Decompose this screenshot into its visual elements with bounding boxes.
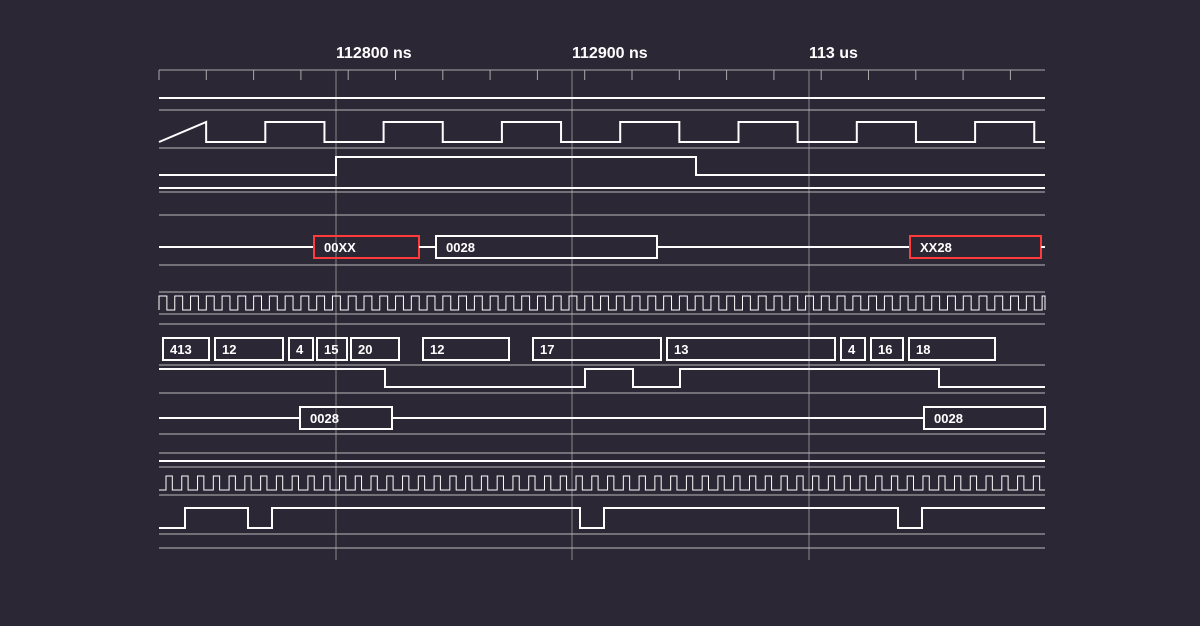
- data-value-label: 12: [430, 342, 444, 357]
- data-value-label: 16: [878, 342, 892, 357]
- fast-clock-signal: [159, 296, 1045, 310]
- data-value-label: 18: [916, 342, 930, 357]
- data-value-label: 15: [324, 342, 338, 357]
- time-label: 113 us: [809, 45, 858, 62]
- step-signal: [159, 508, 1045, 528]
- data-value-label: 17: [540, 342, 554, 357]
- data-value-label: 12: [222, 342, 236, 357]
- time-label: 112800 ns: [336, 45, 412, 62]
- bus-value-label: 0028: [446, 240, 475, 255]
- pulse-signal: [159, 157, 1045, 175]
- data-value-label: 4: [296, 342, 304, 357]
- data-value-label: 13: [674, 342, 688, 357]
- data-value-label: 413: [170, 342, 192, 357]
- bus-value-label: 00XX: [324, 240, 356, 255]
- waveform-viewer: 112800 ns112900 ns113 us00XX0028XX284131…: [0, 0, 1200, 626]
- time-label: 112900 ns: [572, 45, 648, 62]
- bus-value-label: 0028: [310, 411, 339, 426]
- data-value-box: [667, 338, 835, 360]
- data-value-label: 20: [358, 342, 372, 357]
- fast-clock-signal: [159, 476, 1045, 490]
- clock-signal: [159, 122, 1045, 142]
- bus-value-label: XX28: [920, 240, 952, 255]
- data-value-label: 4: [848, 342, 856, 357]
- step-signal: [159, 369, 1045, 387]
- bus-value-label: 0028: [934, 411, 963, 426]
